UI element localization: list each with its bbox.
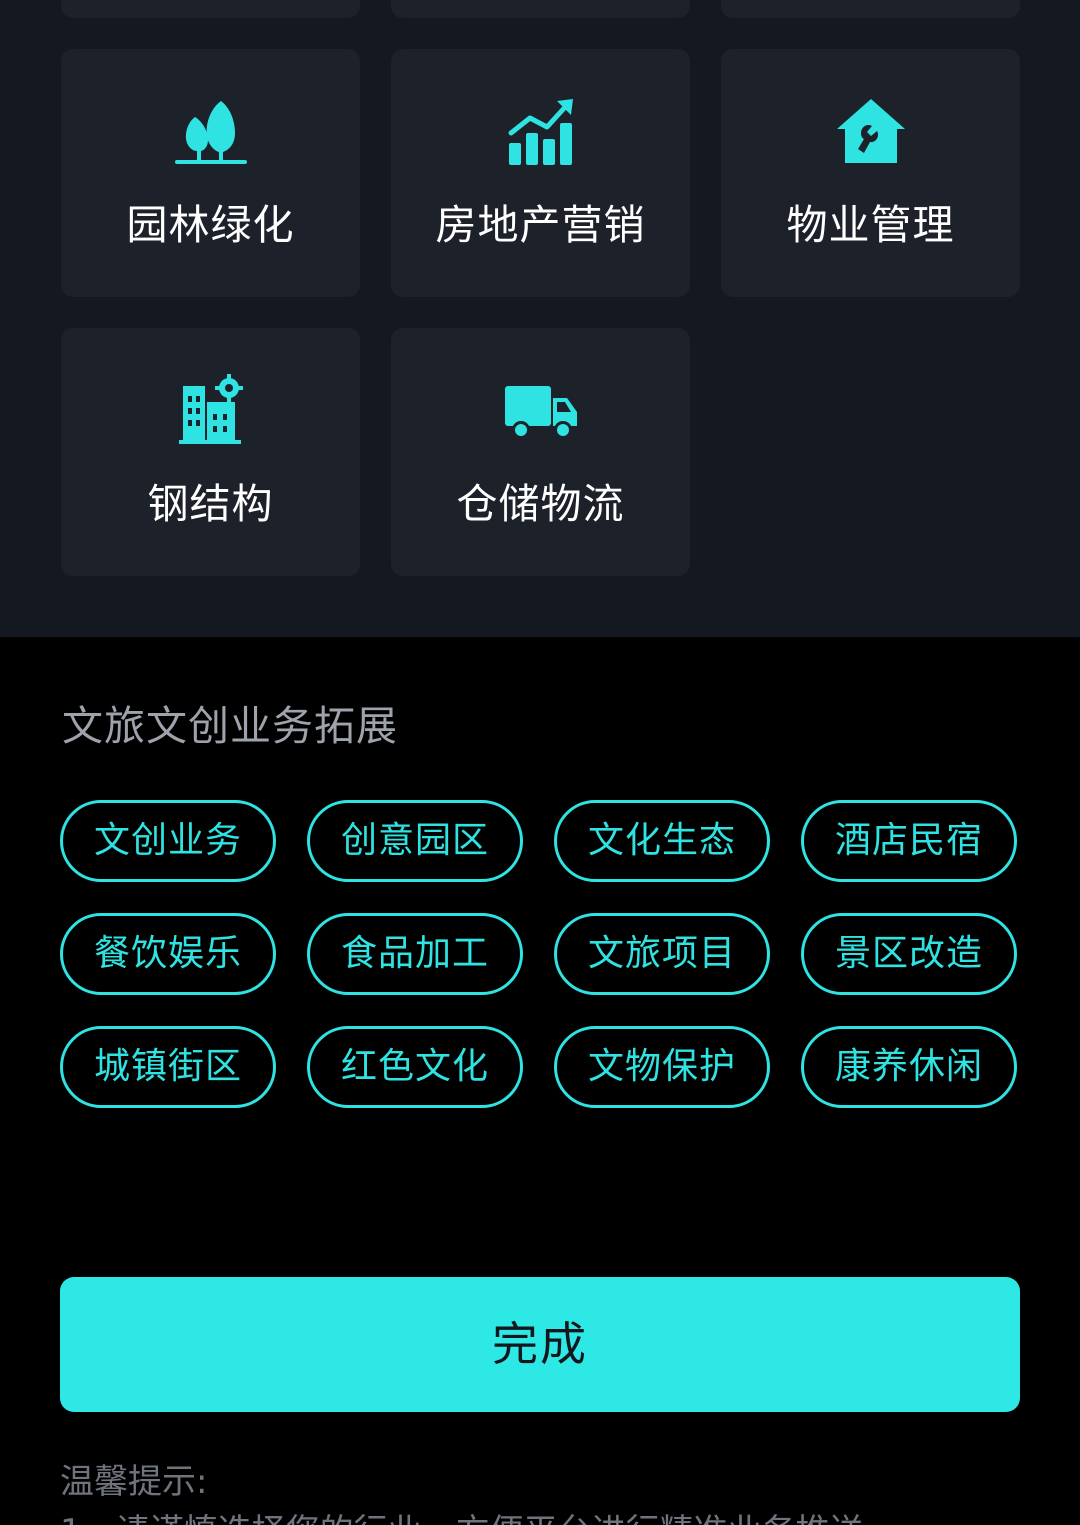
industry-card-label: 仓储物流 xyxy=(456,480,625,528)
industry-card-real-estate-marketing[interactable]: 房地产营销 xyxy=(391,49,690,297)
tag-chip[interactable]: 景区改造 xyxy=(801,913,1017,995)
industry-card-partial[interactable] xyxy=(721,0,1020,18)
industry-selection-page: 园林绿化 房地产营销 物业管理 钢结构 仓储物流 文旅文创业务拓展 文创业务 创… xyxy=(0,0,1080,1525)
industry-card-partial[interactable] xyxy=(391,0,690,18)
house-repair-icon xyxy=(831,93,911,173)
factory-gear-icon xyxy=(171,372,251,452)
tag-chip[interactable]: 酒店民宿 xyxy=(801,800,1017,882)
industry-card-label: 园林绿化 xyxy=(126,201,295,249)
industry-card-steel-structure[interactable]: 钢结构 xyxy=(61,328,360,576)
trees-icon xyxy=(171,93,251,173)
tag-chip[interactable]: 城镇街区 xyxy=(60,1026,276,1108)
industry-card-landscaping[interactable]: 园林绿化 xyxy=(61,49,360,297)
tip-title: 温馨提示: xyxy=(60,1462,208,1502)
tag-chip[interactable]: 餐饮娱乐 xyxy=(60,913,276,995)
tag-chip[interactable]: 康养休闲 xyxy=(801,1026,1017,1108)
tag-chip[interactable]: 创意园区 xyxy=(307,800,523,882)
tag-chip[interactable]: 文创业务 xyxy=(60,800,276,882)
industry-panel: 园林绿化 房地产营销 物业管理 钢结构 仓储物流 xyxy=(0,0,1080,637)
industry-card-label: 物业管理 xyxy=(786,201,955,249)
industry-card-property-management[interactable]: 物业管理 xyxy=(721,49,1020,297)
tip-text: 1、请谨慎选择您的行业，方便平台进行精准业务推送 xyxy=(60,1510,1020,1525)
tag-chip[interactable]: 文化生态 xyxy=(554,800,770,882)
section-title: 文旅文创业务拓展 xyxy=(62,702,398,750)
bar-chart-growth-icon xyxy=(501,93,581,173)
tag-chip[interactable]: 文物保护 xyxy=(554,1026,770,1108)
delivery-truck-icon xyxy=(501,372,581,452)
industry-card-label: 钢结构 xyxy=(147,480,274,528)
done-button[interactable]: 完成 xyxy=(60,1277,1020,1412)
industry-card-warehousing-logistics[interactable]: 仓储物流 xyxy=(391,328,690,576)
tag-chip[interactable]: 食品加工 xyxy=(307,913,523,995)
tag-chip[interactable]: 红色文化 xyxy=(307,1026,523,1108)
tag-chip[interactable]: 文旅项目 xyxy=(554,913,770,995)
industry-card-partial[interactable] xyxy=(61,0,360,18)
industry-card-label: 房地产营销 xyxy=(435,201,646,249)
